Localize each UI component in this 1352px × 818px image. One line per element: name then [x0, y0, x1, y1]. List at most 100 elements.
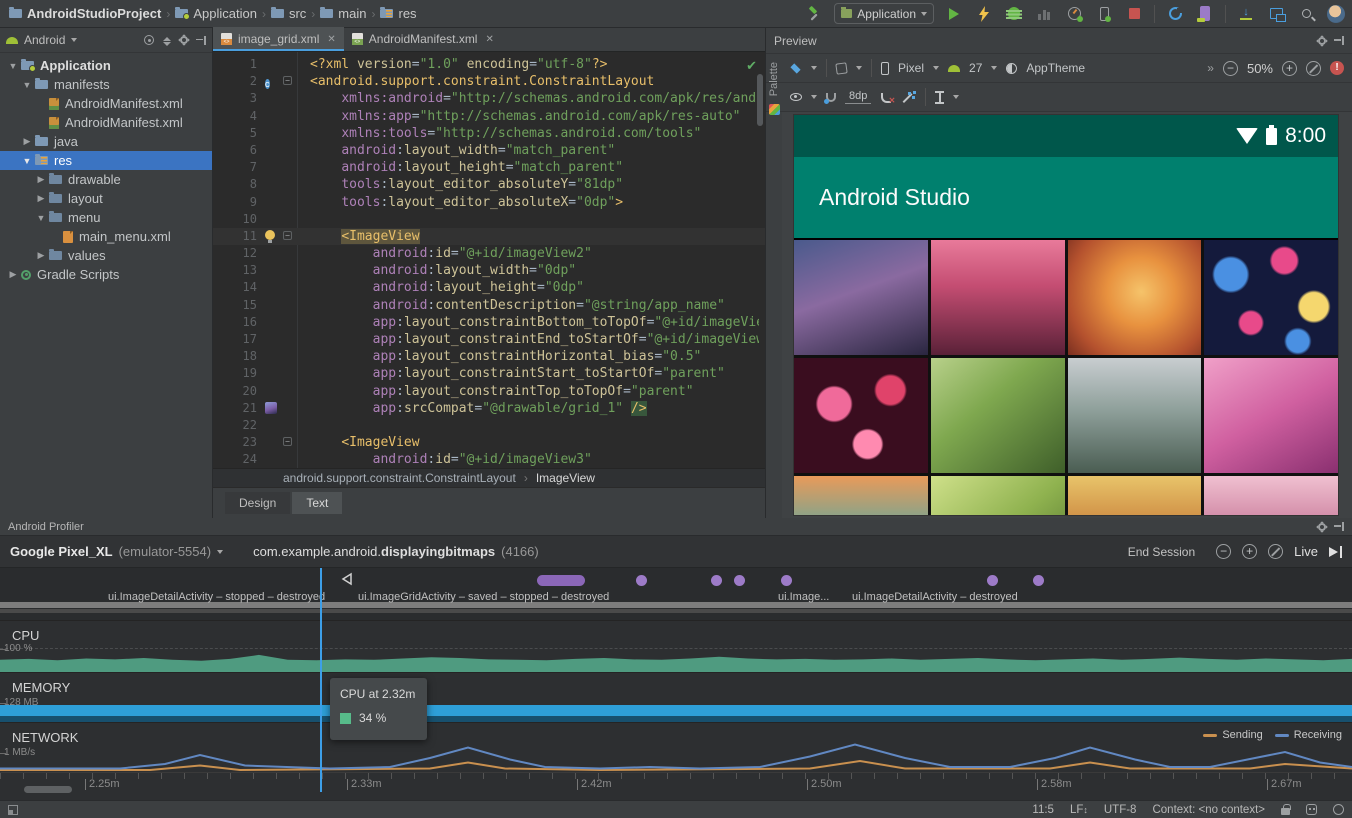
hide-panel-icon[interactable] [1334, 522, 1344, 531]
code-line[interactable]: 17 app:layout_constraintEnd_toStartOf="@… [213, 331, 765, 348]
grid-photo-autumn-path[interactable] [1067, 476, 1202, 515]
code-line[interactable]: 10 [213, 211, 765, 228]
editor-scrollbar[interactable] [757, 74, 763, 126]
breadcrumb-item-androidstudioproject[interactable]: AndroidStudioProject [6, 6, 164, 21]
avd-manager-icon[interactable]: ↓ [1236, 4, 1256, 24]
grid-photo-chameleon[interactable] [930, 358, 1065, 473]
project-view-selector[interactable]: Android [24, 33, 65, 47]
code-line[interactable]: 3 xmlns:android="http://schemas.android.… [213, 90, 765, 107]
tree-item-layout[interactable]: ▶ layout [0, 189, 212, 208]
code-line[interactable]: 4 xmlns:app="http://schemas.android.com/… [213, 108, 765, 125]
breadcrumb-item-application[interactable]: Application [172, 6, 260, 21]
code-line[interactable]: 14 android:layout_height="0dp" [213, 279, 765, 296]
encoding-widget[interactable]: UTF-8 [1104, 804, 1137, 816]
apply-changes-icon[interactable] [974, 4, 994, 24]
tree-item-main-menu-xml[interactable]: main_menu.xml [0, 227, 212, 246]
render-errors-icon[interactable]: ! [1330, 61, 1344, 75]
chevron-down-icon[interactable] [811, 66, 817, 70]
tree-expand-icon[interactable]: ▶ [36, 193, 46, 204]
editor-tab-image-grid-xml[interactable]: image_grid.xml ✕ [213, 27, 344, 51]
grid-photo-bokeh-multicolor[interactable] [1204, 240, 1338, 355]
autoconnect-icon[interactable] [826, 92, 836, 102]
sdk-manager-icon[interactable] [1266, 4, 1286, 24]
tree-expand-icon[interactable]: ▼ [22, 156, 32, 166]
breadcrumb-current-tag[interactable]: ImageView [536, 471, 595, 485]
toolwindow-toggle-icon[interactable] [8, 804, 18, 815]
chevron-down-icon[interactable] [71, 38, 78, 42]
device-selector[interactable]: Pixel [898, 61, 924, 75]
chevron-down-icon[interactable] [991, 66, 998, 70]
view-options-icon[interactable] [790, 93, 802, 101]
code-line[interactable]: 9 tools:layout_editor_absoluteX="0dp"> [213, 194, 765, 211]
profiler-disabled-icon[interactable] [1034, 4, 1054, 24]
event-timeline[interactable]: ui.ImageDetailActivity – stopped – destr… [0, 568, 1352, 620]
stop-button[interactable] [1124, 4, 1144, 24]
collapse-all-icon[interactable] [162, 35, 172, 46]
go-live-icon[interactable] [1329, 545, 1342, 558]
code-line[interactable]: 1 <?xml version="1.0" encoding="utf-8"?> [213, 56, 765, 73]
chevron-down-icon[interactable] [953, 95, 960, 99]
line-separator-widget[interactable]: LF↕ [1070, 804, 1088, 816]
live-button-label[interactable]: Live [1294, 544, 1318, 559]
infer-constraints-icon[interactable] [903, 90, 917, 104]
tree-expand-icon[interactable]: ▶ [36, 174, 46, 185]
lock-icon[interactable] [1281, 804, 1291, 815]
zoom-out-button[interactable]: − [1222, 60, 1238, 76]
gear-icon[interactable] [1318, 36, 1326, 45]
context-widget[interactable]: Context: <no context> [1152, 804, 1265, 816]
tree-item-gradle-scripts[interactable]: ▶ Gradle Scripts [0, 265, 212, 284]
code-line[interactable]: 24 android:id="@+id/imageView3" [213, 451, 765, 468]
layers-variant-icon[interactable] [790, 64, 802, 72]
tree-expand-icon[interactable]: ▼ [36, 213, 46, 223]
cpu-chart-row[interactable]: CPU 100 % [0, 620, 1352, 672]
gear-icon[interactable] [1318, 522, 1326, 531]
code-line[interactable]: 12 android:id="@+id/imageView2" [213, 245, 765, 262]
grid-photo-pink-flowers[interactable] [1204, 358, 1338, 473]
tree-item-androidmanifest-xml[interactable]: AndroidManifest.xml [0, 113, 212, 132]
code-editor[interactable]: 1 <?xml version="1.0" encoding="utf-8"?> 2… [213, 52, 765, 468]
intention-bulb-icon[interactable] [265, 229, 275, 243]
api-level-selector[interactable]: 27 [969, 61, 982, 75]
locate-file-icon[interactable] [144, 35, 154, 45]
memory-chart-row[interactable]: MEMORY 128 MB [0, 672, 1352, 723]
code-line[interactable]: 7 android:layout_height="match_parent" [213, 159, 765, 176]
end-session-button[interactable]: End Session [1128, 545, 1195, 559]
chevron-down-icon[interactable] [933, 66, 940, 70]
breadcrumb-item-res[interactable]: res [377, 6, 419, 21]
chevron-down-icon[interactable] [856, 66, 862, 70]
profiler-zoom-out-button[interactable]: − [1216, 544, 1232, 559]
tree-expand-icon[interactable]: ▼ [22, 80, 32, 90]
grid-photo-beach-dusk[interactable] [794, 476, 928, 515]
code-line[interactable]: 20 app:layout_constraintTop_toTopOf="par… [213, 383, 765, 400]
tree-expand-icon[interactable]: ▶ [22, 136, 32, 147]
tree-item-java[interactable]: ▶ java [0, 132, 212, 151]
zoom-to-fit-button[interactable] [1306, 60, 1321, 76]
tab-text[interactable]: Text [292, 492, 343, 514]
fold-marker-icon[interactable]: − [283, 437, 292, 447]
theme-selector[interactable]: AppTheme [1026, 61, 1085, 75]
run-button[interactable] [944, 4, 964, 24]
code-line[interactable]: 8 tools:layout_editor_absoluteY="81dp" [213, 176, 765, 193]
inspections-profile-icon[interactable] [1306, 804, 1317, 815]
search-everywhere-icon[interactable] [1296, 4, 1316, 24]
network-chart-row[interactable]: NETWORK 1 MB/s Sending Receiving [0, 722, 1352, 772]
zoom-in-button[interactable]: + [1282, 60, 1297, 76]
code-line[interactable]: 2 c − <android.support.constraint.Constrain… [213, 73, 765, 90]
code-line[interactable]: 6 android:layout_width="match_parent" [213, 142, 765, 159]
profile-app-icon[interactable] [1064, 4, 1084, 24]
code-line[interactable]: 13 android:layout_width="0dp" [213, 262, 765, 279]
code-line[interactable]: 5 xmlns:tools="http://schemas.android.co… [213, 125, 765, 142]
code-line[interactable]: 22 [213, 417, 765, 434]
grid-photo-photographer-dusk[interactable] [794, 240, 928, 355]
caret-position-widget[interactable]: 11:5 [1032, 804, 1054, 816]
fold-marker-icon[interactable]: − [283, 76, 292, 86]
tree-item-values[interactable]: ▶ values [0, 246, 212, 265]
hide-panel-icon[interactable] [196, 35, 206, 45]
more-actions-chevrons[interactable]: » [1207, 61, 1214, 75]
grid-photo-pink-mountains[interactable] [1204, 476, 1338, 515]
tree-item-drawable[interactable]: ▶ drawable [0, 170, 212, 189]
code-line[interactable]: 21 app:srcCompat="@drawable/grid_1" /> [213, 400, 765, 417]
grid-photo-pink-sunset-lake[interactable] [930, 240, 1065, 355]
default-margin-selector[interactable]: 8dp [845, 90, 872, 104]
tab-design[interactable]: Design [225, 492, 291, 514]
